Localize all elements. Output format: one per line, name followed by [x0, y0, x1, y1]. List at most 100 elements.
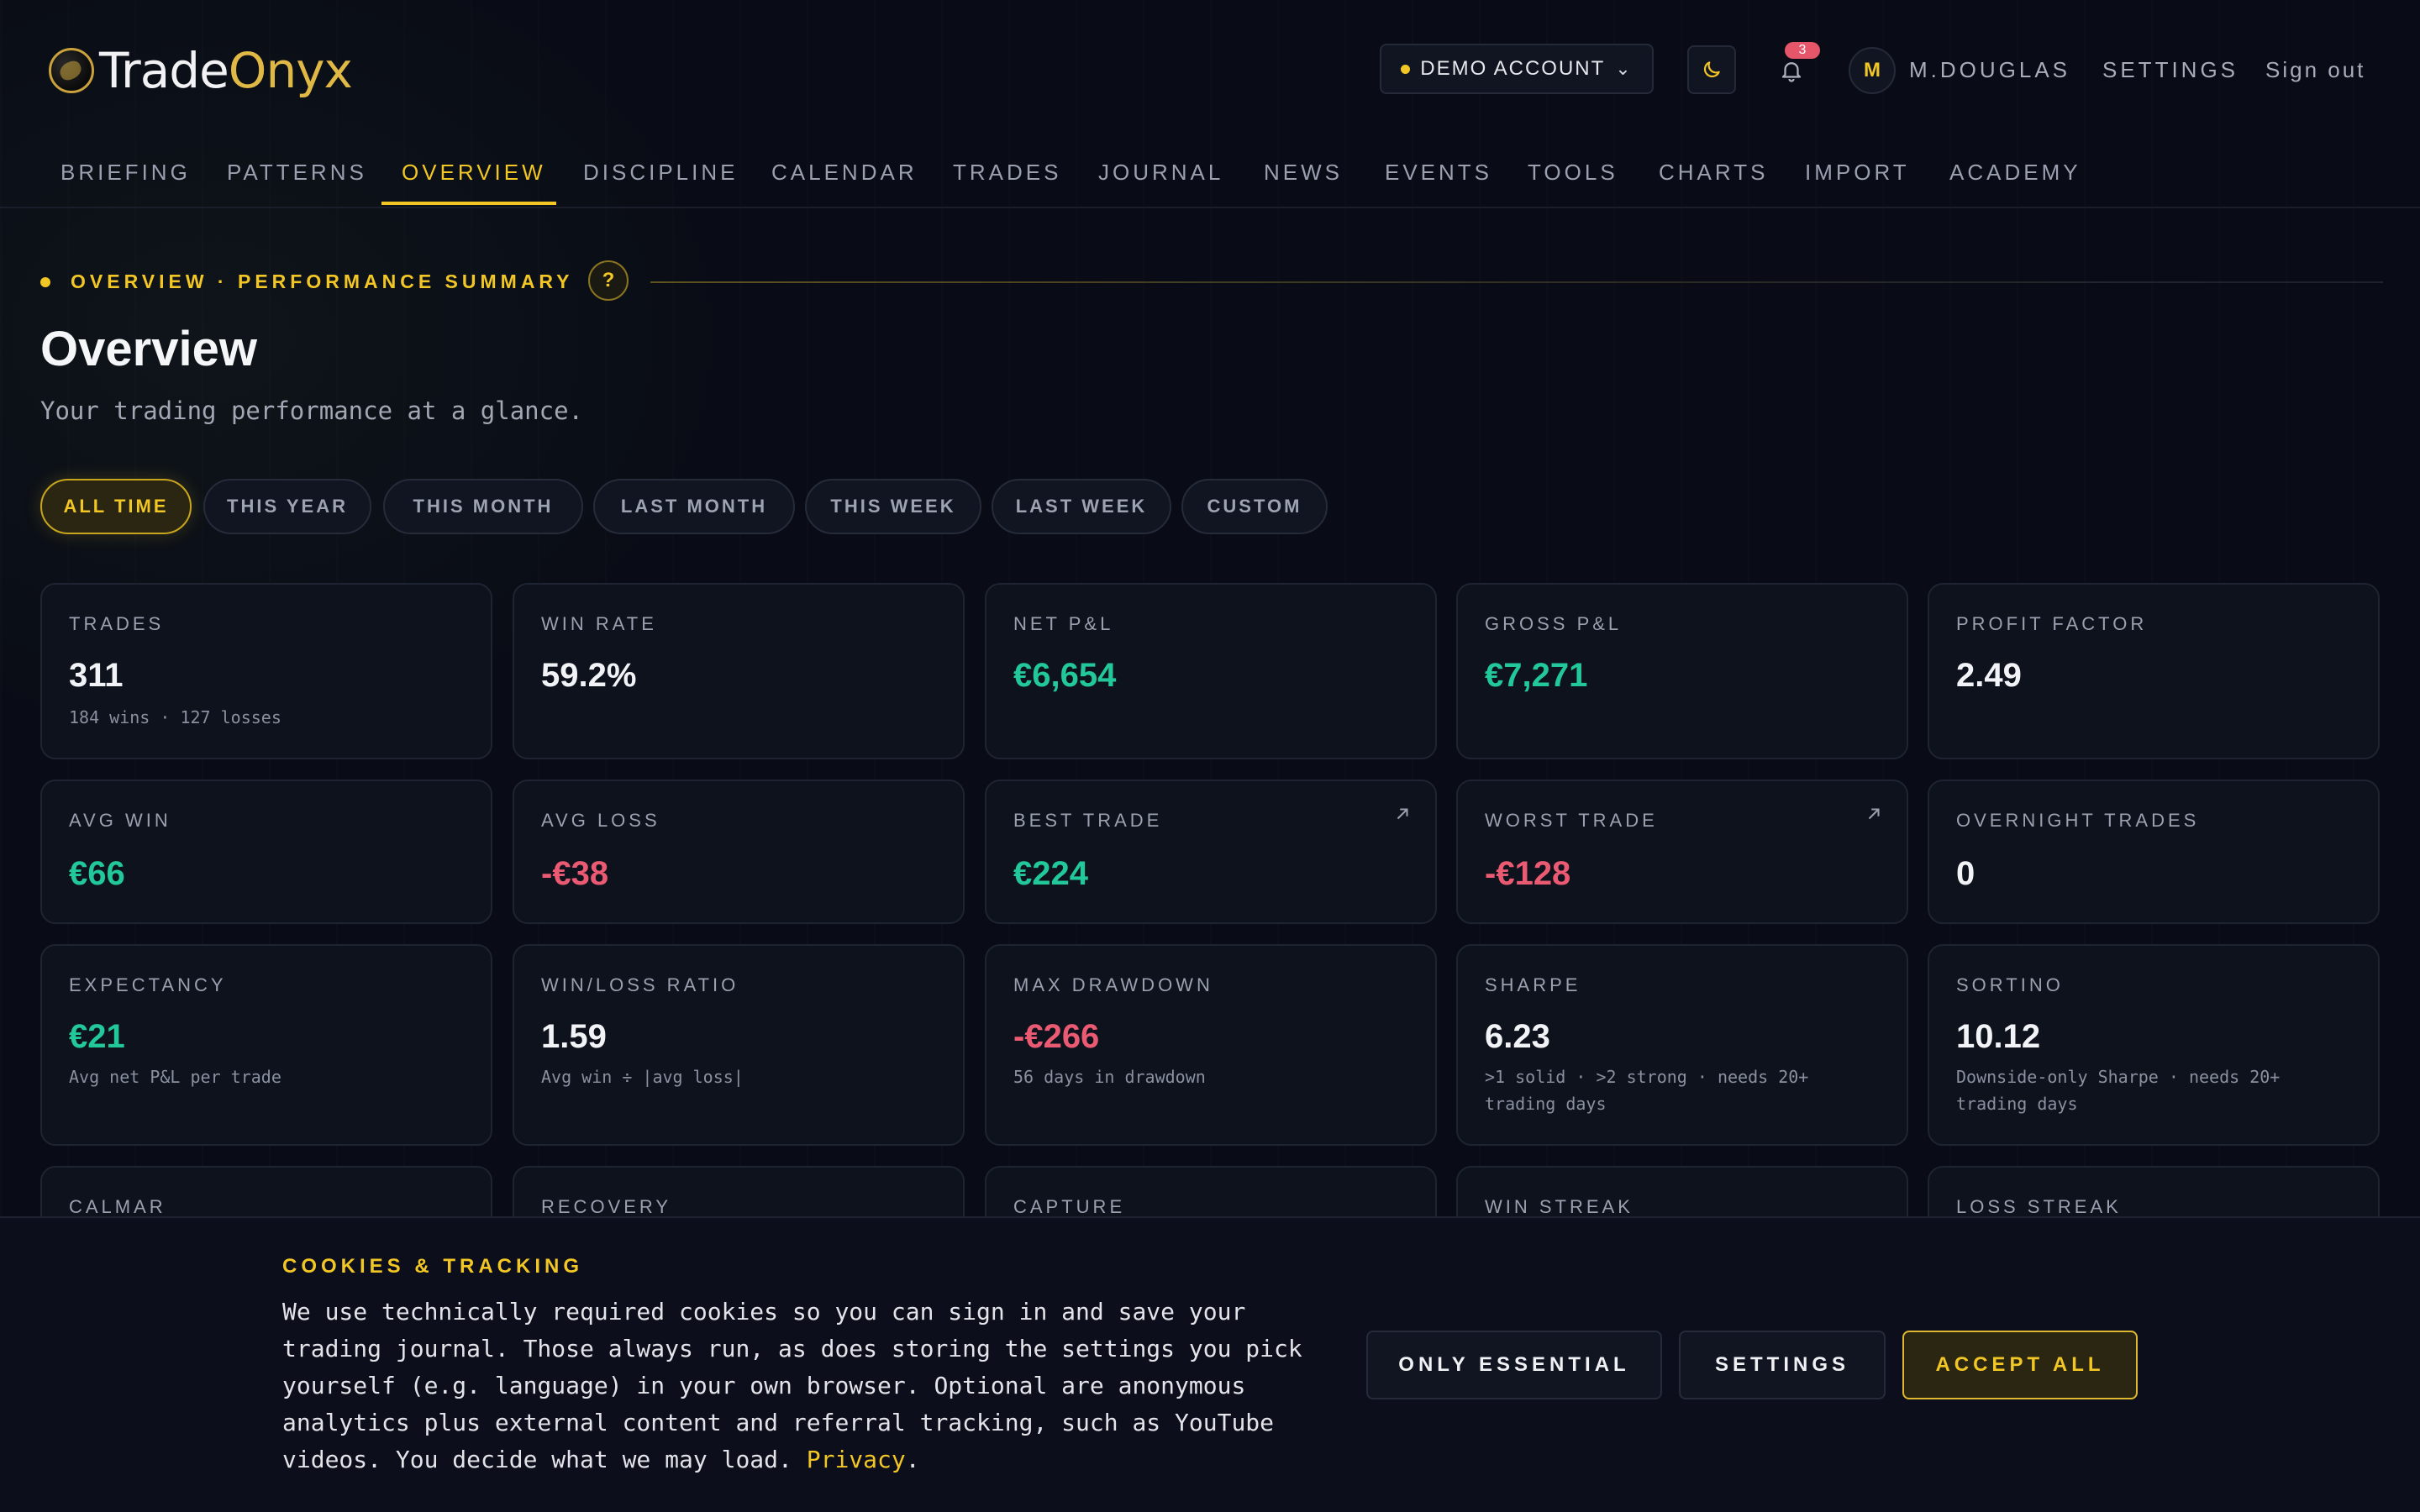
page-title: Overview — [40, 322, 257, 376]
stat-label: AVG LOSS — [541, 810, 660, 831]
stat-note: 56 days in drawdown — [1013, 1067, 1206, 1087]
section-eyebrow: OVERVIEW · PERFORMANCE SUMMARY — [71, 270, 574, 292]
cookie-text: We use technically required cookies so y… — [282, 1294, 1324, 1478]
privacy-link[interactable]: Privacy — [807, 1446, 906, 1473]
username-link[interactable]: M.DOUGLAS — [1909, 57, 2070, 83]
stat-card-expectancy: EXPECTANCY €21 Avg net P&L per trade — [40, 944, 492, 1146]
logo-text: TradeOnyx — [99, 42, 353, 99]
stat-card-avg-loss: AVG LOSS -€38 — [513, 780, 965, 924]
avatar[interactable]: M — [1849, 47, 1896, 94]
nav-charts[interactable]: CHARTS — [1659, 160, 1768, 208]
stat-note: Downside-only Sharpe · needs 20+ trading… — [1956, 1067, 2281, 1114]
nav-discipline[interactable]: DISCIPLINE — [583, 160, 739, 208]
filter-this-month[interactable]: THIS MONTH — [383, 479, 583, 534]
stat-label: TRADES — [69, 613, 165, 634]
help-button[interactable]: ? — [588, 260, 629, 301]
filter-last-month[interactable]: LAST MONTH — [593, 479, 795, 534]
stat-label: MAX DRAWDOWN — [1013, 974, 1213, 995]
nav-events[interactable]: EVENTS — [1385, 160, 1492, 208]
stat-label: LOSS STREAK — [1956, 1196, 2122, 1217]
settings-link[interactable]: SETTINGS — [2102, 57, 2238, 83]
account-switcher[interactable]: DEMO ACCOUNT ⌄ — [1380, 44, 1654, 94]
stat-label: SHARPE — [1485, 974, 1581, 995]
stat-value: €224 — [1013, 855, 1088, 892]
theme-toggle-button[interactable] — [1687, 45, 1736, 94]
stat-card-avg-win: AVG WIN €66 — [40, 780, 492, 924]
filter-this-week[interactable]: THIS WEEK — [805, 479, 981, 534]
filter-last-week[interactable]: LAST WEEK — [992, 479, 1171, 534]
stat-value: -€128 — [1485, 855, 1571, 892]
stat-label: PROFIT FACTOR — [1956, 613, 2148, 634]
nav-tools[interactable]: TOOLS — [1528, 160, 1618, 208]
stat-label: SORTINO — [1956, 974, 2064, 995]
stat-label: EXPECTANCY — [69, 974, 227, 995]
stat-note: >1 solid · >2 strong · needs 20+ trading… — [1485, 1067, 1809, 1114]
filter-custom[interactable]: CUSTOM — [1181, 479, 1328, 534]
nav-trades[interactable]: TRADES — [953, 160, 1061, 208]
nav-academy[interactable]: ACADEMY — [1949, 160, 2081, 208]
stat-card-profit-factor: PROFIT FACTOR 2.49 — [1928, 583, 2380, 759]
main-nav: BRIEFING PATTERNS OVERVIEW DISCIPLINE CA… — [0, 139, 2420, 208]
stat-value: 2.49 — [1956, 657, 2022, 694]
bell-icon — [1781, 62, 1802, 82]
stat-card-overnight-trades: OVERNIGHT TRADES 0 — [1928, 780, 2380, 924]
stat-label: GROSS P&L — [1485, 613, 1623, 634]
nav-journal[interactable]: JOURNAL — [1098, 160, 1223, 208]
logo[interactable]: TradeOnyx — [49, 42, 353, 99]
chevron-down-icon: ⌄ — [1615, 58, 1633, 79]
stat-card-sortino: SORTINO 10.12 Downside-only Sharpe · nee… — [1928, 944, 2380, 1146]
eyebrow-divider — [650, 281, 2383, 283]
stat-value: €21 — [69, 1018, 125, 1055]
stat-label: WIN STREAK — [1485, 1196, 1634, 1217]
moon-icon — [1703, 61, 1720, 78]
logo-globe-icon — [49, 48, 94, 93]
stat-card-max-drawdown: MAX DRAWDOWN -€266 56 days in drawdown — [985, 944, 1437, 1146]
stat-value: €6,654 — [1013, 657, 1117, 694]
stat-card-sharpe: SHARPE 6.23 >1 solid · >2 strong · needs… — [1456, 944, 1908, 1146]
stat-card-net-pnl: NET P&L €6,654 — [985, 583, 1437, 759]
nav-briefing[interactable]: BRIEFING — [60, 160, 191, 208]
stat-value: 59.2% — [541, 657, 637, 694]
nav-active-indicator — [381, 202, 556, 205]
cookie-banner: COOKIES & TRACKING We use technically re… — [0, 1216, 2420, 1512]
stat-card-win-rate: WIN RATE 59.2% — [513, 583, 965, 759]
cookie-settings-button[interactable]: SETTINGS — [1679, 1331, 1886, 1399]
stat-label: OVERNIGHT TRADES — [1956, 810, 2200, 831]
notification-count-badge: 3 — [1785, 42, 1820, 59]
stat-value: 311 — [69, 657, 124, 694]
stat-value: €66 — [69, 855, 125, 892]
stat-label: WIN/LOSS RATIO — [541, 974, 739, 995]
stat-label: RECOVERY — [541, 1196, 672, 1217]
page-subtitle: Your trading performance at a glance. — [40, 396, 584, 425]
nav-news[interactable]: NEWS — [1264, 160, 1343, 208]
stat-value: 6.23 — [1485, 1018, 1550, 1055]
arrow-up-right-icon[interactable] — [1393, 805, 1412, 823]
stat-label: WIN RATE — [541, 613, 657, 634]
stat-value: -€38 — [541, 855, 609, 892]
stat-value: €7,271 — [1485, 657, 1588, 694]
cookie-period: . — [905, 1446, 920, 1473]
stat-note: Avg win ÷ |avg loss| — [541, 1067, 744, 1087]
stat-label: NET P&L — [1013, 613, 1114, 634]
nav-calendar[interactable]: CALENDAR — [771, 160, 918, 208]
stat-value: 10.12 — [1956, 1018, 2041, 1055]
nav-import[interactable]: IMPORT — [1805, 160, 1910, 208]
stat-label: CAPTURE — [1013, 1196, 1126, 1217]
nav-patterns[interactable]: PATTERNS — [227, 160, 367, 208]
filter-all-time[interactable]: ALL TIME — [40, 479, 192, 534]
account-status-dot — [1401, 64, 1411, 74]
filter-this-year[interactable]: THIS YEAR — [203, 479, 371, 534]
top-bar: TradeOnyx DEMO ACCOUNT ⌄ 3 M M.DOUGLAS S… — [0, 0, 2420, 139]
sign-out-link[interactable]: Sign out — [2265, 57, 2365, 83]
stat-card-best-trade[interactable]: BEST TRADE €224 — [985, 780, 1437, 924]
stat-value: -€266 — [1013, 1018, 1100, 1055]
stat-card-trades: TRADES 311 184 wins · 127 losses — [40, 583, 492, 759]
account-label: DEMO ACCOUNT — [1420, 57, 1606, 80]
only-essential-button[interactable]: ONLY ESSENTIAL — [1366, 1331, 1662, 1399]
stat-card-worst-trade[interactable]: WORST TRADE -€128 — [1456, 780, 1908, 924]
arrow-up-right-icon[interactable] — [1865, 805, 1883, 823]
accept-all-button[interactable]: ACCEPT ALL — [1902, 1331, 2138, 1399]
stat-label: AVG WIN — [69, 810, 171, 831]
stat-value: 1.59 — [541, 1018, 607, 1055]
stat-label: WORST TRADE — [1485, 810, 1658, 831]
